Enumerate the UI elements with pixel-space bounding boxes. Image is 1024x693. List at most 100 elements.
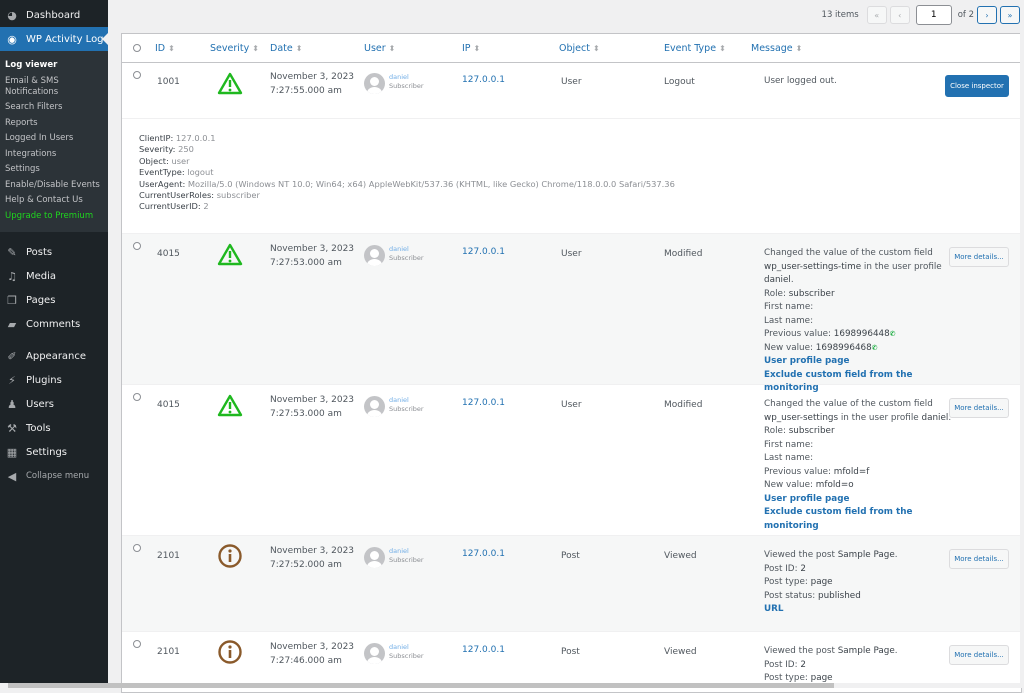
menu-appearance[interactable]: ✐ Appearance [0, 344, 108, 368]
ip-address[interactable]: 127.0.0.1 [462, 75, 505, 85]
warning-icon [217, 72, 243, 95]
current-page-input[interactable] [915, 5, 952, 25]
user-role: Subscriber [389, 254, 424, 262]
vertical-scrollbar-track[interactable] [1020, 0, 1024, 683]
inspector-current-user-roles: CurrentUserRoles: subscriber [139, 190, 260, 201]
table-row[interactable]: 4015 November 3, 2023 7:27:53.000 am dani… [122, 234, 1021, 393]
event-id: 4015 [157, 400, 180, 410]
last-page-button[interactable]: » [1000, 6, 1020, 24]
warning-icon [217, 394, 243, 417]
scrollbar-thumb[interactable] [8, 683, 834, 688]
table-row[interactable]: 1001 November 3, 2023 7:27:55.000 am dani… [122, 63, 1021, 119]
user-profile-link[interactable]: User profile page [764, 355, 960, 369]
user-profile-link[interactable]: User profile page [764, 493, 960, 507]
sort-icon: ⬍ [295, 44, 303, 53]
event-object: User [561, 249, 582, 259]
column-user[interactable]: User ⬍ [364, 43, 395, 54]
column-event-type[interactable]: Event Type ⬍ [664, 43, 726, 54]
submenu-search-filters[interactable]: Search Filters [0, 102, 108, 113]
avatar [364, 547, 385, 568]
menu-wp-activity-log[interactable]: ◉ WP Activity Log [0, 27, 108, 51]
submenu-logged-in-users[interactable]: Logged In Users [0, 133, 108, 144]
sort-icon: ⬍ [719, 44, 726, 53]
event-type: Modified [664, 249, 703, 259]
event-id: 2101 [157, 647, 180, 657]
menu-posts[interactable]: ✎ Posts [0, 240, 108, 264]
submenu-integrations[interactable]: Integrations [0, 149, 108, 160]
more-details-button[interactable]: More details... [949, 247, 1009, 267]
inspector-severity: Severity: 250 [139, 144, 194, 155]
column-id[interactable]: ID ⬍ [155, 43, 175, 54]
first-page-button[interactable]: « [866, 6, 887, 24]
user-role: Subscriber [389, 556, 424, 564]
column-ip[interactable]: IP ⬍ [462, 43, 480, 54]
menu-tools[interactable]: ⚒ Tools [0, 416, 108, 440]
submenu-email-sms-notifications[interactable]: Email & SMS Notifications [0, 76, 80, 98]
menu-dashboard[interactable]: ◕ Dashboard [0, 3, 108, 27]
warning-icon [217, 243, 243, 266]
event-id: 2101 [157, 551, 180, 561]
submenu-reports[interactable]: Reports [0, 118, 108, 129]
admin-sidebar: ◕ Dashboard ◉ WP Activity Log Log viewer… [0, 0, 108, 688]
menu-plugins[interactable]: ⚡ Plugins [0, 368, 108, 392]
avatar [364, 245, 385, 266]
row-checkbox[interactable] [133, 71, 141, 79]
inspector-current-user-id: CurrentUserID: 2 [139, 201, 209, 212]
event-date: November 3, 2023 7:27:53.000 am [270, 244, 355, 268]
activity-log-table: ID ⬍ Severity ⬍ Date ⬍ User ⬍ IP ⬍ Object ⬍ Ev… [121, 33, 1022, 693]
submenu-log-viewer[interactable]: Log viewer [0, 60, 108, 71]
settings-icon: ▦ [6, 445, 18, 459]
table-row[interactable]: 2101 November 3, 2023 7:27:52.000 am dani… [122, 536, 1021, 632]
table-row[interactable]: 4015 November 3, 2023 7:27:53.000 am dani… [122, 385, 1021, 536]
menu-users[interactable]: ♟ Users [0, 392, 108, 416]
menu-media[interactable]: ♫ Media [0, 264, 108, 288]
menu-settings[interactable]: ▦ Settings [0, 440, 108, 464]
submenu-enable-disable-events[interactable]: Enable/Disable Events [0, 180, 108, 191]
collapse-menu-button[interactable]: ◀ Collapse menu [0, 464, 108, 488]
horizontal-scrollbar[interactable] [0, 683, 1024, 688]
total-pages: of 2 [957, 10, 974, 20]
more-details-button[interactable]: More details... [949, 549, 1009, 569]
pages-icon: ❐ [7, 293, 17, 307]
event-object: Post [561, 647, 580, 657]
next-page-button[interactable]: › [977, 6, 997, 24]
event-date: November 3, 2023 7:27:55.000 am [270, 72, 355, 96]
submenu-settings[interactable]: Settings [0, 164, 108, 175]
prev-page-button[interactable]: ‹ [889, 6, 910, 24]
more-details-button[interactable]: More details... [949, 398, 1009, 418]
exclude-custom-field-link[interactable]: Exclude custom field from the monitoring [764, 506, 960, 533]
ip-address[interactable]: 127.0.0.1 [462, 398, 505, 408]
select-all-checkbox[interactable] [133, 44, 141, 52]
column-date[interactable]: Date ⬍ [270, 43, 302, 54]
column-object[interactable]: Object ⬍ [559, 43, 600, 54]
pin-icon: ✎ [7, 245, 17, 259]
main-content: 13 items « ‹ of 2 › » ID⬍ Severity⬍ Date… [108, 0, 1024, 693]
column-message[interactable]: Message ⬍ [751, 43, 802, 54]
row-checkbox[interactable] [133, 544, 141, 552]
post-url-link[interactable]: URL [764, 603, 960, 617]
row-checkbox[interactable] [133, 393, 141, 401]
event-type: Viewed [664, 647, 697, 657]
submenu-upgrade-premium[interactable]: Upgrade to Premium [0, 211, 108, 222]
submenu-help-contact[interactable]: Help & Contact Us [0, 195, 108, 206]
menu-pages[interactable]: ❐ Pages [0, 288, 108, 312]
close-inspector-button[interactable]: Close inspector [945, 75, 1009, 97]
menu-comments[interactable]: ▰ Comments [0, 312, 108, 336]
column-severity[interactable]: Severity ⬍ [210, 43, 259, 54]
row-checkbox[interactable] [133, 242, 141, 250]
ip-address[interactable]: 127.0.0.1 [462, 549, 505, 559]
collapse-icon: ◀ [7, 469, 17, 483]
avatar [364, 73, 385, 94]
row-checkbox[interactable] [133, 640, 141, 648]
more-details-button[interactable]: More details... [949, 645, 1009, 665]
ip-address[interactable]: 127.0.0.1 [462, 645, 505, 655]
plugin-icon: ⚡ [8, 373, 16, 387]
info-icon [218, 640, 242, 664]
media-icon: ♫ [7, 269, 17, 283]
event-date: November 3, 2023 7:27:53.000 am [270, 395, 355, 419]
sort-icon: ⬍ [592, 44, 600, 53]
inspector-event-type: EventType: logout [139, 167, 214, 178]
inspector-user-agent: UserAgent: Mozilla/5.0 (Windows NT 10.0;… [139, 178, 675, 189]
ip-address[interactable]: 127.0.0.1 [462, 247, 505, 257]
event-object: Post [561, 551, 580, 561]
